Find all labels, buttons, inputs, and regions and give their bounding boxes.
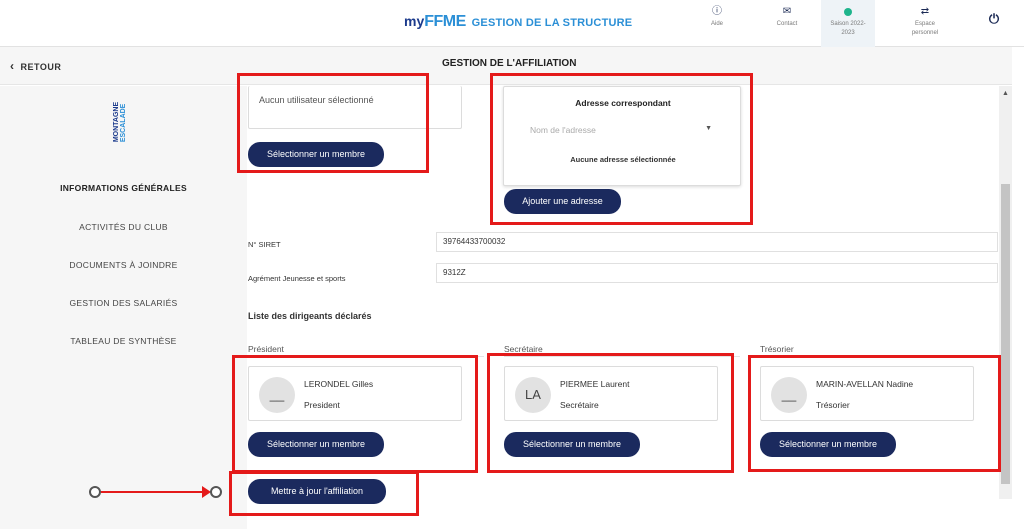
- agrement-label: Agrément Jeunesse et sports: [248, 274, 346, 283]
- highlight-user-select: [237, 73, 429, 173]
- highlight-secretary: [487, 353, 734, 473]
- personal-space-button[interactable]: ⇄ Espace personnel: [900, 6, 950, 38]
- page-title: GESTION DE L'AFFILIATION: [442, 58, 577, 69]
- sidebar-item-club-activities[interactable]: ACTIVITÉS DU CLUB: [0, 222, 247, 232]
- leaders-section-title: Liste des dirigeants déclarés: [248, 311, 372, 321]
- power-icon[interactable]: ⏻: [987, 12, 1001, 26]
- right-edge: [1012, 47, 1024, 529]
- sidebar-item-general-info[interactable]: INFORMATIONS GÉNÉRALES: [0, 183, 247, 193]
- arrow-end-circle: [210, 486, 222, 498]
- arrow-line: [101, 491, 205, 493]
- arrow-start-circle: [89, 486, 101, 498]
- siret-field[interactable]: 39764433700032: [436, 232, 998, 252]
- brand-ffme: FFME: [424, 13, 466, 30]
- back-button[interactable]: ‹ RETOUR: [10, 59, 61, 73]
- brand-section: GESTION DE LA STRUCTURE: [471, 17, 633, 29]
- season-button[interactable]: Saison 2022- 2023: [821, 0, 875, 47]
- siret-label: N° SIRET: [248, 240, 281, 249]
- top-bar: myFFME GESTION DE LA STRUCTURE ⓘ Aide ✉ …: [0, 0, 1024, 47]
- highlight-update: [229, 471, 419, 516]
- club-logo: MONTAGNE ESCALADE: [113, 101, 127, 143]
- role-treasurer-label: Trésorier: [760, 344, 794, 354]
- highlight-president: [232, 355, 478, 473]
- role-president-label: Président: [248, 344, 284, 354]
- brand-logo[interactable]: myFFME GESTION DE LA STRUCTURE: [404, 13, 632, 31]
- agrement-field[interactable]: 9312Z: [436, 263, 998, 283]
- scroll-up-icon[interactable]: ▲: [1002, 90, 1009, 97]
- sidebar-item-documents[interactable]: DOCUMENTS À JOINDRE: [0, 260, 247, 270]
- sidebar-item-employees[interactable]: GESTION DES SALARIÉS: [0, 298, 247, 308]
- sidebar-item-summary[interactable]: TABLEAU DE SYNTHÈSE: [0, 336, 247, 346]
- contact-button[interactable]: ✉ Contact: [768, 6, 806, 29]
- scrollbar-thumb[interactable]: [1001, 184, 1010, 484]
- highlight-address: [490, 73, 753, 225]
- chevron-left-icon: ‹: [10, 59, 15, 73]
- info-icon: ⓘ: [712, 6, 722, 17]
- highlight-treasurer: [748, 355, 1001, 472]
- brand-my: my: [404, 13, 425, 29]
- status-dot-icon: [844, 8, 852, 16]
- mail-icon: ✉: [782, 6, 792, 17]
- sidebar: MONTAGNE ESCALADE INFORMATIONS GÉNÉRALES …: [0, 86, 247, 529]
- help-button[interactable]: ⓘ Aide: [700, 6, 734, 29]
- swap-arrows-icon: ⇄: [920, 6, 930, 17]
